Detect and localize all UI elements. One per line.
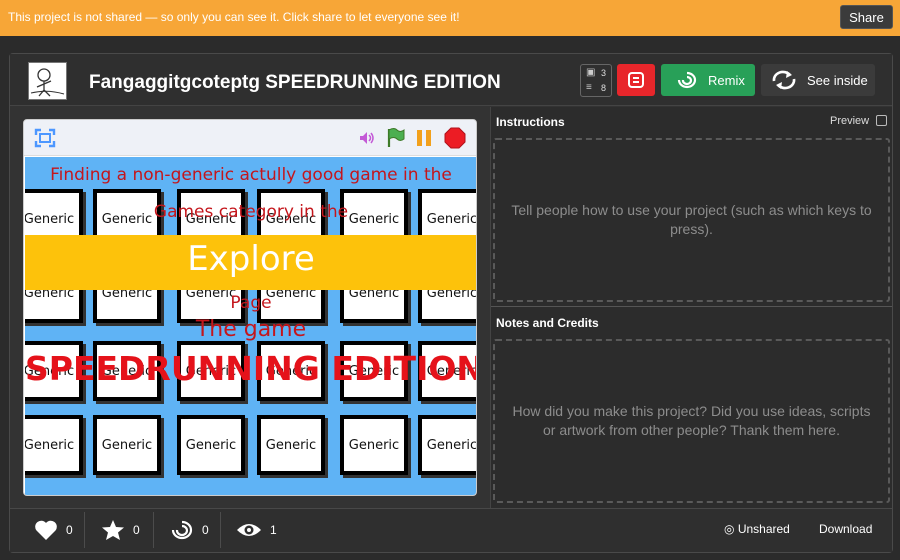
banner-message: This project is not shared — so only you… (8, 10, 460, 24)
share-button[interactable]: Share (840, 5, 893, 29)
stage-line-3: Page (230, 293, 272, 313)
sprite-icon: ▣ (586, 67, 596, 78)
see-inside-button[interactable]: See inside (761, 64, 875, 96)
heart-icon (35, 520, 57, 540)
avatar[interactable] (28, 62, 67, 100)
remix-count-icon (171, 520, 193, 540)
see-inside-icon (772, 70, 796, 90)
green-flag-icon[interactable] (385, 127, 405, 149)
stage[interactable]: Generic Generic Generic Generic Generic … (25, 157, 477, 495)
notes-textarea[interactable]: How did you make this project? Did you u… (493, 339, 890, 503)
preview-checkbox[interactable] (876, 115, 887, 126)
notes-title: Notes and Credits (496, 316, 599, 330)
remix-label: Remix (708, 73, 745, 88)
view-count: 1 (270, 523, 277, 537)
addon-button[interactable] (617, 64, 655, 96)
favorite-count: 0 (133, 523, 140, 537)
unshared-icon: ◎ (724, 522, 738, 536)
stage-line-5: SPEEDRUNNING EDITION (25, 349, 477, 388)
game-tile: Generic (418, 415, 476, 475)
section-divider (491, 306, 892, 307)
stage-line-4: The game (195, 317, 307, 342)
game-tile: Generic (177, 415, 245, 475)
stage-line-1: Finding a non-generic actully good game … (50, 165, 452, 185)
game-tile: Generic (25, 415, 83, 475)
stage-line-2: Games category in the (153, 202, 349, 222)
game-tile: Generic (93, 415, 161, 475)
game-tile: Generic (257, 415, 325, 475)
see-inside-label: See inside (807, 73, 868, 88)
remix-stat[interactable]: 0 (170, 510, 209, 550)
explore-text: Explore (187, 239, 315, 279)
footer-divider (84, 512, 85, 548)
love-count: 0 (66, 523, 73, 537)
sprite-count: 3 (601, 68, 607, 78)
preview-label: Preview (830, 115, 870, 127)
love-stat[interactable]: 0 (34, 510, 73, 550)
remix-button[interactable]: Remix (661, 64, 755, 96)
fullscreen-icon[interactable] (34, 128, 56, 148)
project-player: Generic Generic Generic Generic Generic … (23, 119, 477, 496)
remix-count: 0 (202, 523, 209, 537)
instructions-textarea[interactable]: Tell people how to use your project (suc… (493, 138, 890, 302)
asset-counts: ▣ 3 ≡ 8 (580, 64, 612, 97)
footer-divider (153, 512, 154, 548)
project-title[interactable]: Fangaggitgcoteptg SPEEDRUNNING EDITION (89, 72, 529, 94)
remix-icon (677, 71, 697, 89)
sound-icon[interactable] (358, 130, 376, 146)
stop-icon[interactable] (444, 127, 466, 149)
unshared-status: ◎ Unshared (724, 522, 790, 536)
pause-icon[interactable] (414, 128, 434, 148)
addon-icon (628, 72, 644, 88)
script-icon: ≡ (586, 82, 592, 93)
download-link[interactable]: Download (819, 522, 872, 536)
eye-icon (237, 524, 261, 536)
instructions-title: Instructions (496, 115, 565, 129)
view-stat: 1 (236, 510, 277, 550)
not-shared-banner: This project is not shared — so only you… (0, 0, 900, 36)
script-count: 8 (601, 83, 607, 93)
game-tile: Generic (340, 415, 408, 475)
favorite-stat[interactable]: 0 (101, 510, 140, 550)
star-icon (102, 520, 124, 540)
footer-divider (220, 512, 221, 548)
player-controls (24, 120, 476, 156)
